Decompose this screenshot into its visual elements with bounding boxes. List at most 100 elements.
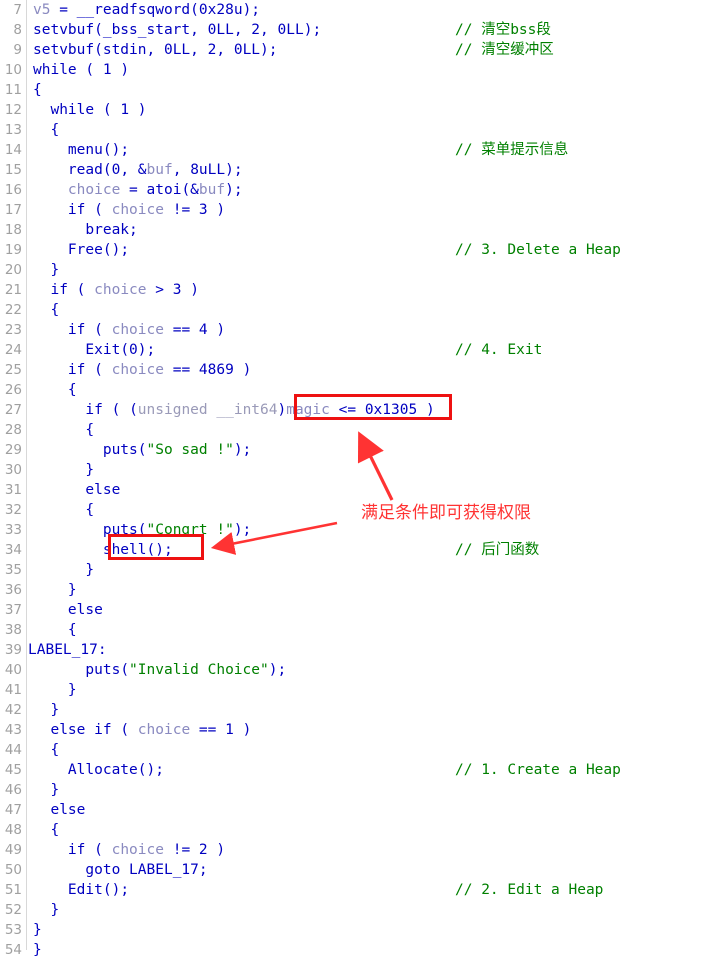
line-code[interactable]: choice = atoi(&buf); [33,180,243,200]
code-line[interactable]: 47 else [0,800,727,820]
code-line[interactable]: 22 { [0,300,727,320]
line-code[interactable]: } [33,940,42,960]
code-line[interactable]: 48 { [0,820,727,840]
line-comment[interactable]: // 后门函数 [455,540,539,560]
code-line[interactable]: 23 if ( choice == 4 ) [0,320,727,340]
line-comment[interactable]: // 4. Exit [455,340,542,360]
line-code[interactable]: } [33,920,42,940]
line-code[interactable]: } [33,460,94,480]
code-line[interactable]: 37 else [0,600,727,620]
line-code[interactable]: goto LABEL_17; [33,860,207,880]
line-code[interactable]: } [33,580,77,600]
code-line[interactable]: 12 while ( 1 ) [0,100,727,120]
code-line[interactable]: 39 LABEL_17: [0,640,727,660]
code-line[interactable]: 44 { [0,740,727,760]
line-code[interactable]: LABEL_17: [28,640,107,660]
line-code[interactable]: } [33,560,94,580]
line-code[interactable]: { [33,500,94,520]
line-code[interactable]: { [33,620,77,640]
line-code[interactable]: v5 = __readfsqword(0x28u); [33,0,260,20]
code-line[interactable]: 13 { [0,120,727,140]
line-code[interactable]: { [33,420,94,440]
line-code[interactable]: puts("Invalid Choice"); [33,660,286,680]
code-line[interactable]: 10 while ( 1 ) [0,60,727,80]
code-line[interactable]: 46 } [0,780,727,800]
code-line[interactable]: 16 choice = atoi(&buf); [0,180,727,200]
line-code[interactable]: Allocate(); [33,760,164,780]
code-line[interactable]: 9 setvbuf(stdin, 0LL, 2, 0LL); // 清空缓冲区 [0,40,727,60]
code-line[interactable]: 29 puts("So sad !"); [0,440,727,460]
code-line[interactable]: 14 menu(); // 菜单提示信息 [0,140,727,160]
line-comment[interactable]: // 1. Create a Heap [455,760,621,780]
line-code[interactable]: if ( choice != 2 ) [33,840,225,860]
code-line[interactable]: 31 else [0,480,727,500]
code-line[interactable]: 24 Exit(0); // 4. Exit [0,340,727,360]
code-line[interactable]: 26 { [0,380,727,400]
line-code[interactable]: { [33,380,77,400]
code-line[interactable]: 54} [0,940,727,960]
line-code[interactable]: Edit(); [33,880,129,900]
line-code[interactable]: { [33,300,59,320]
line-code[interactable]: } [33,900,59,920]
line-code[interactable]: } [33,260,59,280]
line-comment[interactable]: // 菜单提示信息 [455,140,568,160]
code-line[interactable]: 25 if ( choice == 4869 ) [0,360,727,380]
line-comment[interactable]: // 3. Delete a Heap [455,240,621,260]
line-code[interactable]: if ( choice == 4869 ) [33,360,251,380]
code-line[interactable]: 34 shell(); // 后门函数 [0,540,727,560]
code-line[interactable]: 50 goto LABEL_17; [0,860,727,880]
line-code[interactable]: } [33,780,59,800]
code-line[interactable]: 20 } [0,260,727,280]
line-code[interactable]: { [33,740,59,760]
line-comment[interactable]: // 清空缓冲区 [455,40,554,60]
code-line[interactable]: 32 { [0,500,727,520]
line-code[interactable]: Exit(0); [33,340,155,360]
line-code[interactable]: setvbuf(stdin, 0LL, 2, 0LL); [33,40,278,60]
line-code[interactable]: read(0, &buf, 8uLL); [33,160,243,180]
code-line[interactable]: 28 { [0,420,727,440]
code-line[interactable]: 52 } [0,900,727,920]
line-code[interactable]: puts("Congrt !"); [33,520,251,540]
line-code[interactable]: { [33,820,59,840]
line-code[interactable]: else [33,600,103,620]
code-line[interactable]: 40 puts("Invalid Choice"); [0,660,727,680]
code-line[interactable]: 15 read(0, &buf, 8uLL); [0,160,727,180]
code-line[interactable]: 21 if ( choice > 3 ) [0,280,727,300]
code-line[interactable]: 7 v5 = __readfsqword(0x28u); [0,0,727,20]
line-code[interactable]: puts("So sad !"); [33,440,251,460]
line-code[interactable]: setvbuf(_bss_start, 0LL, 2, 0LL); [33,20,321,40]
code-line[interactable]: 42 } [0,700,727,720]
line-code[interactable]: Free(); [33,240,129,260]
line-code[interactable]: menu(); [33,140,129,160]
code-line[interactable]: 27 if ( (unsigned __int64)magic <= 0x130… [0,400,727,420]
line-code[interactable]: if ( choice > 3 ) [33,280,198,300]
line-comment[interactable]: // 清空bss段 [455,20,551,40]
line-code[interactable]: else [33,480,120,500]
line-code[interactable]: { [33,120,59,140]
line-comment[interactable]: // 2. Edit a Heap [455,880,603,900]
line-code[interactable]: if ( choice != 3 ) [33,200,225,220]
code-line[interactable]: 8 setvbuf(_bss_start, 0LL, 2, 0LL); // 清空b… [0,20,727,40]
code-line[interactable]: 43 else if ( choice == 1 ) [0,720,727,740]
code-line[interactable]: 41 } [0,680,727,700]
code-line[interactable]: 35 } [0,560,727,580]
code-line[interactable]: 33 puts("Congrt !"); [0,520,727,540]
pseudocode-view[interactable]: 7 v5 = __readfsqword(0x28u); 8 setvbuf(_bss… [0,0,727,958]
code-line[interactable]: 17 if ( choice != 3 ) [0,200,727,220]
line-code[interactable]: } [33,680,77,700]
line-code[interactable]: if ( choice == 4 ) [33,320,225,340]
code-line[interactable]: 19 Free(); // 3. Delete a Heap [0,240,727,260]
line-code[interactable]: shell(); [33,540,173,560]
line-code[interactable]: else [33,800,85,820]
code-line[interactable]: 51 Edit(); // 2. Edit a Heap [0,880,727,900]
line-code[interactable]: else if ( choice == 1 ) [33,720,251,740]
line-code[interactable]: while ( 1 ) [33,60,129,80]
code-line-list[interactable]: 7 v5 = __readfsqword(0x28u); 8 setvbuf(_bss… [0,0,727,960]
line-code[interactable]: break; [33,220,137,240]
line-code[interactable]: while ( 1 ) [33,100,146,120]
code-line[interactable]: 30 } [0,460,727,480]
code-line[interactable]: 36 } [0,580,727,600]
code-line[interactable]: 49 if ( choice != 2 ) [0,840,727,860]
line-code[interactable]: { [33,80,42,100]
code-line[interactable]: 38 { [0,620,727,640]
